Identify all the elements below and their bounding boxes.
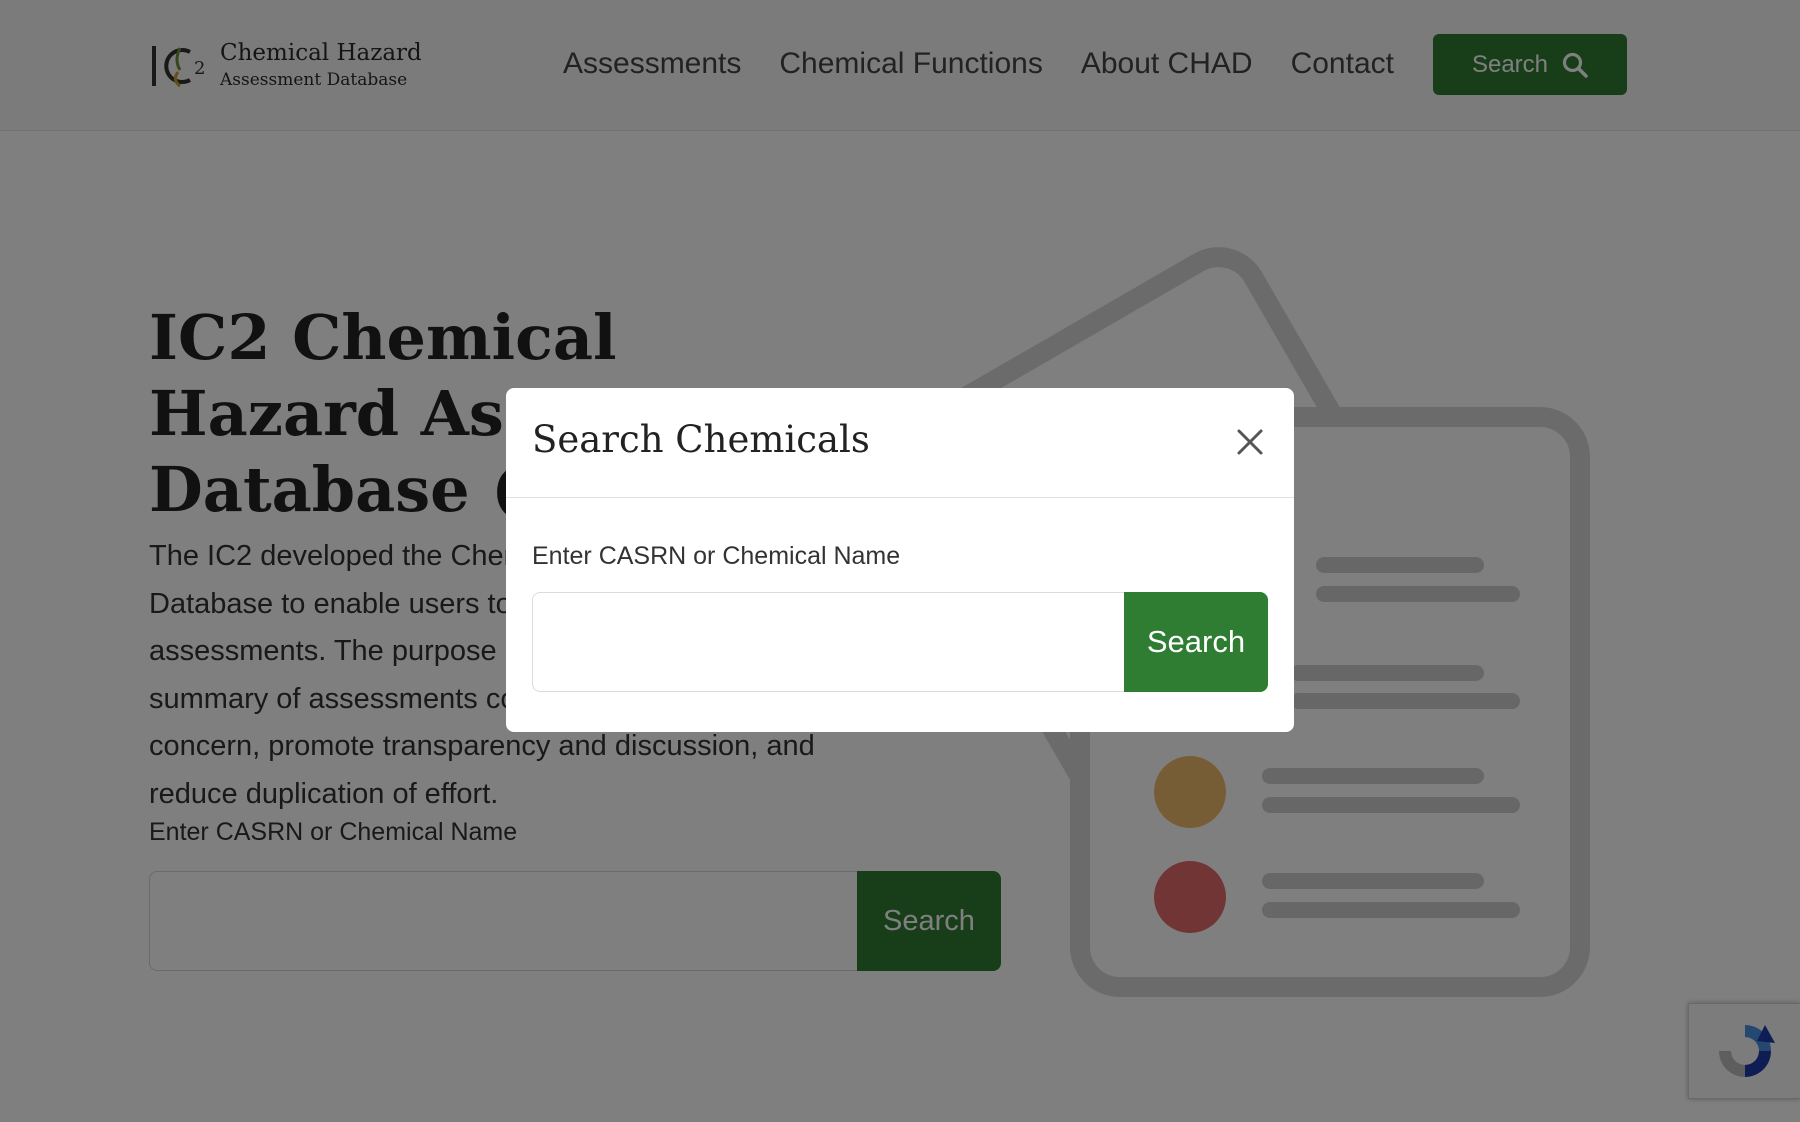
search-chemicals-dialog: Search Chemicals Enter CASRN or Chemical…: [506, 388, 1294, 732]
modal-search-input[interactable]: [532, 592, 1124, 692]
modal-title: Search Chemicals: [532, 418, 870, 461]
modal-search-label: Enter CASRN or Chemical Name: [532, 542, 901, 570]
close-icon[interactable]: [1228, 420, 1272, 464]
modal-search-button[interactable]: Search: [1124, 592, 1268, 692]
modal-header: Search Chemicals: [506, 388, 1294, 498]
